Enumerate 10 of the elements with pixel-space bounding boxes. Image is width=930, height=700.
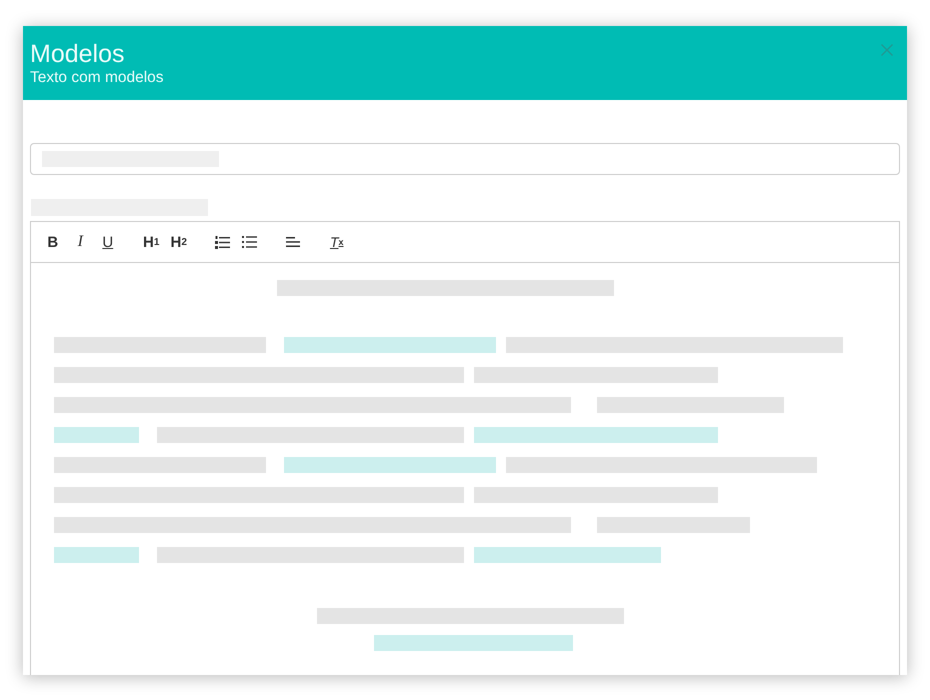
dialog-subtitle: Texto com modelos [30, 68, 164, 88]
name-field[interactable] [30, 143, 900, 175]
underline-button[interactable]: U [94, 230, 122, 254]
italic-button[interactable]: I [66, 230, 94, 254]
dialog-title: Modelos [30, 40, 126, 68]
bullet-list-icon [242, 236, 258, 248]
numbered-list-icon [214, 236, 230, 248]
align-left-icon [286, 237, 300, 247]
bold-button[interactable]: B [39, 230, 66, 254]
close-icon [881, 44, 893, 56]
